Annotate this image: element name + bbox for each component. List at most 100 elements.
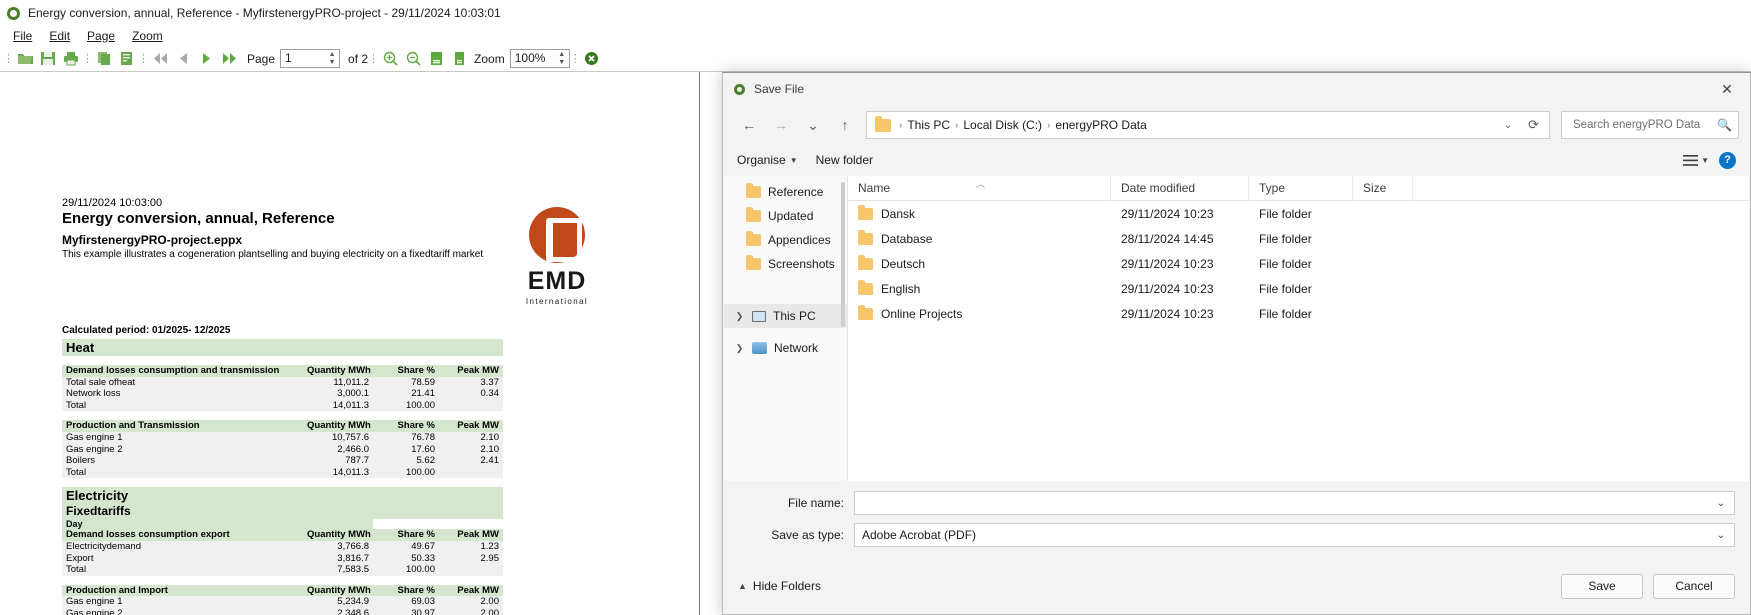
zoom-spinner-up-icon[interactable]: ▲ (558, 51, 565, 59)
cancel-button[interactable]: Cancel (1653, 573, 1735, 599)
column-header-type[interactable]: Type (1249, 175, 1353, 201)
row-share: 49.67 (373, 540, 439, 553)
row-share: 30.97 (373, 607, 439, 615)
zoom-stepper[interactable]: 100% ▲ ▼ (509, 49, 570, 68)
close-icon[interactable]: ✕ (1704, 74, 1750, 105)
toolbar-separator-5 (571, 50, 580, 68)
chevron-right-icon[interactable]: ❯ (734, 343, 745, 354)
view-options-button[interactable]: ▼ (1683, 154, 1709, 166)
search-box[interactable]: 🔍 (1561, 111, 1739, 139)
folder-icon (858, 279, 873, 295)
page-number-input[interactable]: 1 (281, 50, 325, 67)
last-page-icon[interactable] (218, 48, 240, 70)
row-quantity: 2,348.6 (303, 607, 373, 615)
file-list-pane[interactable]: Name ︿ Date modified Type Size Dansk 29/… (848, 175, 1749, 481)
tree-item-reference[interactable]: Reference (724, 180, 847, 204)
fit-page-icon[interactable] (448, 48, 470, 70)
help-icon[interactable]: ? (1719, 151, 1736, 169)
up-icon[interactable]: ↑ (830, 111, 860, 139)
tree-item-updated[interactable]: Updated (724, 204, 847, 228)
breadcrumb-item-local-disk[interactable]: Local Disk (C:) (963, 118, 1042, 132)
breadcrumb-item-this-pc[interactable]: This PC (907, 118, 950, 132)
file-name-row: File name: ⌄ (724, 490, 1749, 516)
table-row: Gas engine 1 10,757.6 76.78 2.10 (62, 431, 503, 444)
file-row[interactable]: English 29/11/2024 10:23 File folder (848, 276, 1749, 301)
file-name-combobox[interactable]: ⌄ (854, 491, 1735, 515)
fit-width-icon[interactable] (425, 48, 447, 70)
next-page-icon[interactable] (195, 48, 217, 70)
save-icon[interactable] (37, 48, 59, 70)
chevron-down-icon[interactable]: ⌄ (1710, 530, 1732, 541)
file-row[interactable]: Online Projects 29/11/2024 10:23 File fo… (848, 301, 1749, 326)
row-gap (62, 478, 503, 488)
tree-scrollbar[interactable] (841, 182, 845, 327)
file-name-input[interactable] (862, 495, 1710, 511)
open-icon[interactable] (14, 48, 36, 70)
menu-zoom[interactable]: Zoom (125, 28, 170, 44)
menu-page-label: Page (87, 29, 116, 43)
menu-edit-label: Edit (49, 29, 71, 43)
tree-item-label: Reference (768, 185, 824, 199)
spinner-down-icon[interactable]: ▼ (329, 59, 336, 67)
file-row[interactable]: Deutsch 29/11/2024 10:23 File folder (848, 251, 1749, 276)
previous-page-icon[interactable] (172, 48, 194, 70)
first-page-icon[interactable] (149, 48, 171, 70)
column-header-size-label: Size (1363, 181, 1387, 195)
tree-item-network[interactable]: ❯ Network (724, 336, 847, 360)
file-row[interactable]: Database 28/11/2024 14:45 File folder (848, 226, 1749, 251)
organise-button[interactable]: Organise ▼ (737, 153, 798, 167)
row-share: 69.03 (373, 596, 439, 608)
recent-locations-icon[interactable]: ⌄ (798, 111, 828, 139)
row-quantity: 10,757.6 (303, 431, 373, 444)
group-blank-1 (303, 519, 373, 530)
export-icon[interactable] (116, 48, 138, 70)
tree-item-label: Updated (768, 209, 814, 223)
column-header-date-modified[interactable]: Date modified (1111, 175, 1249, 201)
zoom-out-icon[interactable] (402, 48, 424, 70)
chevron-up-icon: ▲ (738, 581, 747, 591)
col-share: Share % (373, 584, 439, 597)
chevron-down-icon[interactable]: ⌄ (1710, 498, 1732, 509)
column-header-size[interactable]: Size (1353, 175, 1413, 201)
zoom-spinner[interactable]: ▲ ▼ (555, 50, 569, 67)
zoom-in-icon[interactable] (379, 48, 401, 70)
row-share: 21.41 (373, 388, 439, 400)
section-blank-2 (373, 339, 439, 356)
search-icon[interactable]: 🔍 (1717, 118, 1732, 132)
zoom-spinner-down-icon[interactable]: ▼ (558, 59, 565, 67)
save-button[interactable]: Save (1561, 573, 1643, 599)
col-peak: Peak MW (439, 420, 503, 432)
refresh-icon[interactable]: ⟳ (1522, 117, 1545, 133)
page-number-stepper[interactable]: 1 ▲ ▼ (280, 49, 341, 68)
forward-icon[interactable]: → (766, 111, 796, 139)
chevron-down-icon[interactable]: ⌄ (1496, 120, 1520, 131)
document-scroll-area[interactable]: 29/11/2024 10:03:00 Energy conversion, a… (0, 72, 700, 615)
save-as-type-combobox[interactable]: Adobe Acrobat (PDF) ⌄ (854, 523, 1735, 547)
file-row[interactable]: Dansk 29/11/2024 10:23 File folder (848, 201, 1749, 226)
hide-folders-button[interactable]: ▲ Hide Folders (738, 579, 821, 593)
tree-item-screenshots[interactable]: Screenshots (724, 252, 847, 276)
close-report-icon[interactable] (581, 48, 603, 70)
menu-page[interactable]: Page (80, 28, 122, 44)
tree-item-appendices[interactable]: Appendices (724, 228, 847, 252)
spinner-up-icon[interactable]: ▲ (329, 51, 336, 59)
menu-edit[interactable]: Edit (42, 28, 77, 44)
navigation-tree-pane[interactable]: Reference Updated Appendices Screenshots… (724, 176, 848, 481)
table-header-label: Demand losses consumption export (62, 529, 303, 541)
chevron-right-icon[interactable]: ❯ (734, 311, 745, 322)
back-icon[interactable]: ← (734, 111, 764, 139)
address-bar[interactable]: › This PC › Local Disk (C:) › energyPRO … (866, 111, 1550, 139)
emd-mark-icon (529, 207, 585, 263)
new-folder-button[interactable]: New folder (816, 153, 873, 167)
folder-icon (858, 254, 873, 270)
print-icon[interactable] (60, 48, 82, 70)
tree-item-this-pc[interactable]: ❯ This PC (724, 304, 847, 328)
copy-page-icon[interactable] (93, 48, 115, 70)
zoom-input[interactable]: 100% (511, 50, 555, 67)
row-peak: 0.34 (439, 388, 503, 400)
row-label: Total sale ofheat (62, 376, 303, 389)
menu-file[interactable]: File (6, 28, 39, 44)
search-input[interactable] (1571, 118, 1718, 132)
page-number-spinner[interactable]: ▲ ▼ (325, 50, 339, 67)
breadcrumb-item-energypro-data[interactable]: energyPRO Data (1055, 118, 1146, 132)
